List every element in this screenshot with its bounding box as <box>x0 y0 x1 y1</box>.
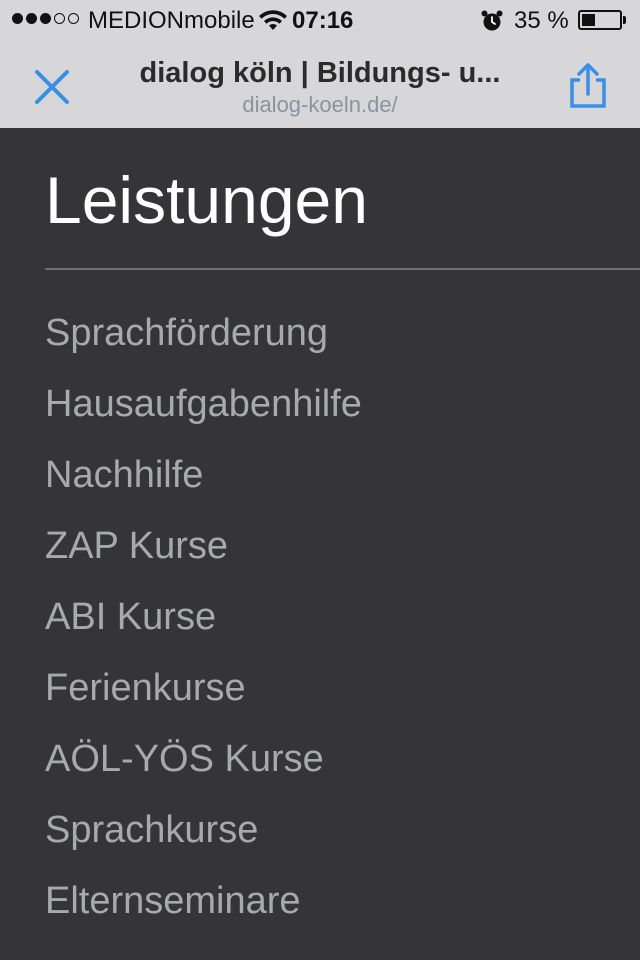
signal-dot <box>12 13 23 24</box>
menu-divider <box>45 268 640 270</box>
menu-item-hausaufgabenhilfe[interactable]: Hausaufgabenhilfe <box>45 377 362 448</box>
menu-item-abi-kurse[interactable]: ABI Kurse <box>45 590 362 661</box>
menu-item-sprachfoerderung[interactable]: Sprachförderung <box>45 306 362 377</box>
alarm-clock-icon <box>481 10 503 31</box>
screen: MEDIONmobile 07:16 35 % dialog köln | Bi… <box>0 0 640 960</box>
signal-dot <box>68 13 79 24</box>
services-menu: Sprachförderung Hausaufgabenhilfe Nachhi… <box>45 306 362 945</box>
menu-item-aoel-yoes-kurse[interactable]: AÖL-YÖS Kurse <box>45 732 362 803</box>
battery-tip <box>623 16 626 24</box>
battery-percentage: 35 % <box>514 7 569 34</box>
clock-time: 07:16 <box>292 7 354 34</box>
browser-header: MEDIONmobile 07:16 35 % dialog köln | Bi… <box>0 0 640 128</box>
menu-item-ferienkurse[interactable]: Ferienkurse <box>45 661 362 732</box>
carrier-name: MEDIONmobile <box>88 7 255 34</box>
menu-item-elternseminare[interactable]: Elternseminare <box>45 874 362 945</box>
menu-heading: Leistungen <box>45 163 368 237</box>
page-title: dialog köln | Bildungs- u... <box>139 57 501 89</box>
battery-icon <box>578 10 622 30</box>
signal-strength-icon <box>12 13 79 24</box>
share-icon[interactable] <box>562 60 614 112</box>
close-icon[interactable] <box>28 62 76 110</box>
signal-dot <box>40 13 51 24</box>
status-bar: MEDIONmobile 07:16 35 % <box>0 0 640 40</box>
page-url[interactable]: dialog-koeln.de/ <box>96 92 544 118</box>
menu-item-zap-kurse[interactable]: ZAP Kurse <box>45 519 362 590</box>
menu-item-sprachkurse[interactable]: Sprachkurse <box>45 803 362 874</box>
signal-dot <box>26 13 37 24</box>
wifi-icon <box>259 10 287 30</box>
battery-fill <box>582 14 595 26</box>
signal-dot <box>54 13 65 24</box>
menu-item-nachhilfe[interactable]: Nachhilfe <box>45 448 362 519</box>
